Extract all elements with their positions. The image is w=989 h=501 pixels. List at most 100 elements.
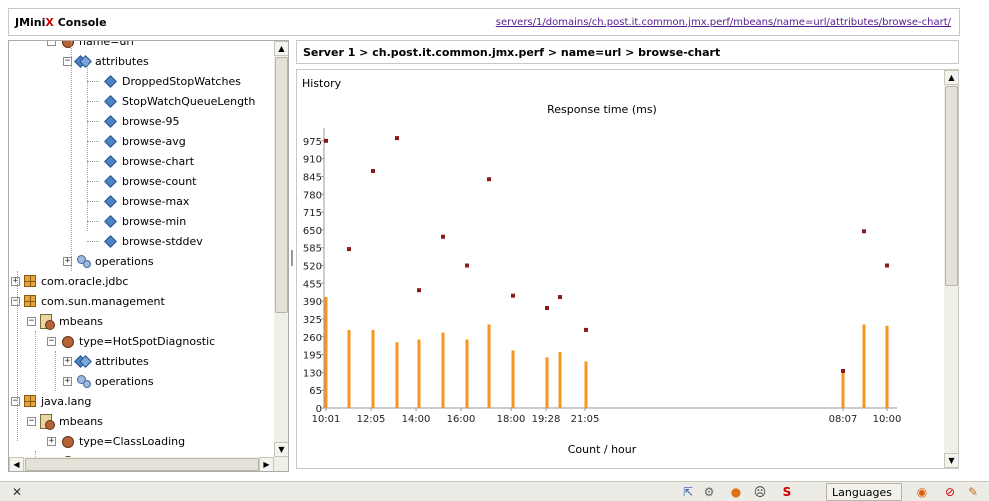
package-icon [24, 295, 36, 307]
content-scroll-up-arrow[interactable]: ▲ [944, 70, 958, 85]
scroll-thumb[interactable] [275, 57, 288, 313]
tree-item-label: operations [95, 254, 154, 268]
operations-icon [76, 254, 91, 268]
content-vertical-scrollbar[interactable]: ▲ ▼ [944, 70, 958, 468]
tree-item-label: name=url [79, 41, 134, 48]
chart-y-tick-label: 585 [303, 244, 322, 255]
bean-icon [60, 334, 74, 348]
stumble-icon[interactable]: S [779, 484, 795, 500]
tree-connector-line [87, 141, 99, 142]
chart-bar [441, 332, 445, 408]
tree-item[interactable]: − com.sun.management [11, 291, 165, 311]
noscript-icon[interactable]: ⊘ [942, 484, 958, 500]
mbeans-icon [40, 314, 55, 330]
collapse-toggle[interactable]: − [27, 416, 36, 426]
content-scroll-down-arrow[interactable]: ▼ [944, 453, 958, 468]
tree-item[interactable]: + com.oracle.jdbc [11, 271, 128, 291]
firebug-icon[interactable]: ● [728, 484, 744, 500]
chart-y-tick-label: 455 [303, 279, 322, 290]
plugin-icon[interactable]: ⚙ [701, 484, 717, 500]
smiley-icon[interactable]: ☹ [752, 484, 768, 500]
chart-y-tick-label: 975 [303, 137, 322, 148]
cursor-tool-icon[interactable]: ⇱ [680, 484, 696, 500]
chart-point [885, 263, 889, 268]
tree-item[interactable]: StopWatchQueueLength [103, 91, 255, 111]
chart-y-tick-label: 715 [303, 208, 322, 219]
tree-item-label: com.oracle.jdbc [41, 274, 129, 288]
tree-item-label: attributes [95, 54, 149, 68]
tree-connector-line [87, 241, 99, 242]
languages-button[interactable]: Languages ▾ [826, 483, 902, 501]
tree-item[interactable]: browse-count [103, 171, 197, 191]
tree-item[interactable]: browse-min [103, 211, 186, 231]
chart-x-tick-label: 18:00 [497, 414, 526, 425]
expand-toggle[interactable]: + [11, 276, 20, 286]
content-scroll-thumb[interactable] [945, 86, 958, 286]
tree-item[interactable]: browse-avg [103, 131, 186, 151]
scroll-right-arrow[interactable]: ▶ [259, 457, 274, 471]
tree-item[interactable]: browse-max [103, 191, 189, 211]
content-breadcrumb: Server 1 > ch.post.it.common.jmx.perf > … [303, 46, 721, 59]
tree-item[interactable]: + operations [63, 251, 154, 271]
content-panel: History Response time (ms) Count / hour 0 6… [296, 69, 959, 469]
app-header: JMiniX Console servers/1/domains/ch.post… [8, 8, 960, 36]
content-breadcrumb-bar: Server 1 > ch.post.it.common.jmx.perf > … [296, 40, 959, 64]
chart-point [441, 234, 445, 239]
tree-item[interactable]: browse-95 [103, 111, 179, 131]
scroll-thumb-h[interactable] [25, 458, 259, 471]
expand-toggle[interactable]: + [63, 356, 72, 366]
collapse-toggle[interactable]: − [47, 41, 56, 46]
tree-item[interactable]: − java.lang [11, 391, 91, 411]
panel-splitter[interactable] [291, 250, 293, 266]
close-icon[interactable]: ✕ [12, 485, 22, 499]
tree-item[interactable]: browse-stddev [103, 231, 203, 251]
scroll-left-arrow[interactable]: ◀ [9, 457, 24, 471]
title-suffix: Console [53, 16, 107, 29]
edit-icon[interactable]: ✎ [965, 484, 981, 500]
chart-title: Response time (ms) [547, 103, 657, 116]
chart-x-tick-label: 16:00 [447, 414, 476, 425]
tree-item[interactable]: − mbeans [27, 311, 103, 331]
tree-item[interactable]: + operations [63, 371, 154, 391]
tree-item[interactable]: − name=url [47, 41, 134, 51]
chart-bar [417, 339, 421, 408]
tree-item[interactable]: DroppedStopWatches [103, 71, 241, 91]
tree-item-label: mbeans [59, 414, 103, 428]
tree-connector-line [35, 331, 36, 391]
scroll-down-arrow[interactable]: ▼ [274, 442, 288, 457]
collapse-toggle[interactable]: − [11, 296, 20, 306]
expand-toggle[interactable]: + [63, 376, 72, 386]
collapse-toggle[interactable]: − [47, 336, 56, 346]
chart-y-tick-label: 195 [303, 351, 322, 362]
tree-item[interactable]: − attributes [63, 51, 149, 71]
collapse-toggle[interactable]: − [11, 396, 20, 406]
tree-connector-line [87, 201, 99, 202]
tree-item-label: type=HotSpotDiagnostic [79, 334, 216, 348]
chart-bar [584, 361, 588, 408]
collapse-toggle[interactable]: − [27, 316, 36, 326]
tree-horizontal-scrollbar[interactable]: ◀ ▶ [9, 457, 288, 471]
tree-item-label: browse-count [122, 174, 197, 188]
title-x: X [45, 16, 54, 29]
scroll-up-arrow[interactable]: ▲ [274, 41, 288, 56]
browser-status-bar: ✕ ⇱ ⚙ ● ☹ S Languages ▾ ◉ ⊘ ✎ [0, 481, 989, 501]
tree-item-label: mbeans [59, 314, 103, 328]
chart-point [324, 138, 328, 143]
attribute-icon [103, 194, 117, 208]
tree-item[interactable]: + type=ClassLoading [47, 431, 185, 451]
breadcrumb-link[interactable]: servers/1/domains/ch.post.it.common.jmx.… [496, 17, 951, 28]
expand-toggle[interactable]: + [47, 436, 56, 446]
firefox-icon[interactable]: ◉ [914, 484, 930, 500]
tree-item-label: com.sun.management [41, 294, 165, 308]
tree-vertical-scrollbar[interactable]: ▲ ▼ [274, 41, 288, 457]
tree-item[interactable]: − type=HotSpotDiagnostic [47, 331, 215, 351]
package-icon [24, 275, 36, 287]
chart-y-tick-label: 390 [303, 297, 322, 308]
tree-item[interactable]: browse-chart [103, 151, 194, 171]
chart-point [371, 168, 375, 173]
tree-connector-line [87, 221, 99, 222]
tree-connector-line [55, 351, 56, 391]
tree-item[interactable]: − mbeans [27, 411, 103, 431]
tree-item-label: attributes [95, 354, 149, 368]
tree-item[interactable]: + attributes [63, 351, 149, 371]
